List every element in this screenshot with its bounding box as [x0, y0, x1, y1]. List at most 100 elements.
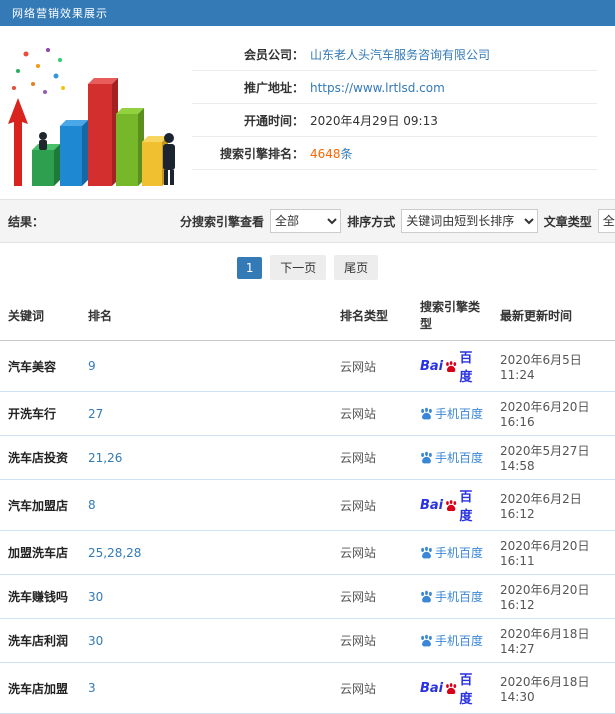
last-page-button[interactable]: 尾页 [334, 255, 379, 280]
info-value-suffix: 条 [340, 147, 353, 161]
keyword-table: 关键词 排名 排名类型 搜索引擎类型 最新更新时间 汽车美容 9 云网站 Bai 百度 2020年… [0, 290, 615, 714]
rank-cell: 30 [80, 574, 332, 619]
baidu-logo-text-du: 百度 [459, 490, 473, 524]
page-title: 网络营销效果展示 [12, 7, 108, 20]
updated-time-cell: 2020年6月20日 16:12 [492, 574, 615, 619]
updated-time-cell: 2020年6月20日 16:16 [492, 391, 615, 436]
rank-cell: 30 [80, 618, 332, 663]
engine-type-cell: Bai 百度 [412, 479, 492, 531]
keyword-cell: 开洗车行 [0, 391, 80, 436]
baidu-logo: Bai 百度 [420, 347, 484, 385]
rank-type-cell: 云网站 [332, 618, 412, 663]
table-row: 洗车赚钱吗 30 云网站 手机百度 2020年6月20日 16:12 [0, 574, 615, 619]
bar-chart-graphic-icon [8, 48, 175, 186]
page-header: 网络营销效果展示 [0, 0, 615, 26]
mobile-baidu-logo: 手机百度 [420, 449, 483, 466]
rank-cell: 3 [80, 662, 332, 714]
keyword-cell: 洗车店投资 [0, 435, 80, 480]
baidu-logo-text-bai: Bai [420, 358, 444, 374]
article-type-label: 文章类型 [543, 214, 592, 229]
info-row: 搜索引擎排名： 4648 条 [192, 137, 597, 170]
mobile-baidu-paw-icon [421, 590, 432, 602]
baidu-paw-icon [446, 360, 457, 372]
engine-type-cell: 手机百度 [412, 391, 492, 436]
mobile-baidu-logo: 手机百度 [420, 632, 483, 649]
engine-type-cell: 手机百度 [412, 530, 492, 575]
rank-type-cell: 云网站 [332, 574, 412, 619]
engine-filter-select[interactable]: 全部 [270, 209, 342, 233]
updated-time-cell: 2020年6月5日 11:24 [492, 340, 615, 392]
updated-time-cell: 2020年6月2日 16:12 [492, 479, 615, 531]
mobile-baidu-label: 手机百度 [435, 589, 484, 604]
page-number-current[interactable]: 1 [236, 256, 263, 279]
info-value: 4648 [310, 146, 341, 161]
sort-select[interactable]: 关键词由短到长排序 [401, 209, 538, 233]
page: 网络营销效果展示 会员公司： 山东老人头汽车服务咨询有限公司 推广地址： htt… [0, 0, 615, 714]
keyword-cell: 汽车加盟店 [0, 479, 80, 531]
table-row: 汽车加盟店 8 云网站 Bai 百度 2020年6月2日 16:12 [0, 479, 615, 531]
baidu-logo: Bai 百度 [420, 669, 484, 707]
engine-type-cell: 手机百度 [412, 435, 492, 480]
mobile-baidu-paw-icon [421, 634, 432, 646]
info-row: 推广地址： https://www.lrtlsd.com [192, 71, 597, 104]
engine-filter-label: 分搜索引擎查看 [180, 214, 265, 229]
mobile-baidu-logo: 手机百度 [420, 544, 483, 561]
column-header: 最新更新时间 [492, 290, 615, 341]
sort-label: 排序方式 [347, 214, 396, 229]
column-header: 搜索引擎类型 [412, 290, 492, 341]
info-value-link[interactable]: https://www.lrtlsd.com [310, 81, 445, 95]
table-header-row: 关键词 排名 排名类型 搜索引擎类型 最新更新时间 [0, 290, 615, 341]
baidu-logo-text-du: 百度 [459, 351, 473, 385]
info-label: 搜索引擎排名： [219, 147, 304, 161]
pagination: 1 下一页 尾页 [0, 243, 615, 288]
updated-time-cell: 2020年5月27日 14:58 [492, 435, 615, 480]
info-row: 开通时间： 2020年4月29日 09:13 [192, 104, 597, 137]
column-header: 排名类型 [332, 290, 412, 341]
updated-time-cell: 2020年6月20日 16:11 [492, 530, 615, 575]
engine-type-cell: Bai 百度 [412, 662, 492, 714]
info-label: 会员公司： [243, 48, 304, 62]
table-row: 加盟洗车店 25,28,28 云网站 手机百度 2020年6月20日 16:11 [0, 530, 615, 575]
baidu-paw-icon [446, 682, 457, 694]
rank-cell: 8 [80, 479, 332, 531]
mobile-baidu-label: 手机百度 [435, 633, 484, 648]
keyword-cell: 加盟洗车店 [0, 530, 80, 575]
mobile-baidu-logo: 手机百度 [420, 588, 483, 605]
info-row: 会员公司： 山东老人头汽车服务咨询有限公司 [192, 38, 597, 71]
keyword-cell: 汽车美容 [0, 340, 80, 392]
table-row: 汽车美容 9 云网站 Bai 百度 2020年6月5日 11:24 [0, 340, 615, 392]
rank-cell: 21,26 [80, 435, 332, 480]
table-row: 洗车店加盟 3 云网站 Bai 百度 2020年6月18日 14:30 [0, 662, 615, 714]
updated-time-cell: 2020年6月18日 14:30 [492, 662, 615, 714]
rank-type-cell: 云网站 [332, 479, 412, 531]
mobile-baidu-label: 手机百度 [435, 450, 484, 465]
next-page-button[interactable]: 下一页 [270, 255, 327, 280]
mobile-baidu-logo: 手机百度 [420, 405, 483, 422]
filter-controls: 分搜索引擎查看 全部 排序方式 关键词由短到长排序 文章类型 全部 提交 [180, 209, 615, 233]
rank-type-cell: 云网站 [332, 340, 412, 392]
baidu-logo: Bai 百度 [420, 486, 484, 524]
rank-type-cell: 云网站 [332, 391, 412, 436]
mobile-baidu-paw-icon [421, 546, 432, 558]
baidu-logo-text-bai: Bai [420, 680, 444, 696]
table-row: 洗车店投资 21,26 云网站 手机百度 2020年5月27日 14:58 [0, 435, 615, 480]
mobile-baidu-label: 手机百度 [435, 545, 484, 560]
keyword-table-body: 汽车美容 9 云网站 Bai 百度 2020年6月5日 11:24 开洗车行 27 云网站 手机百… [0, 340, 615, 714]
article-type-select[interactable]: 全部 [597, 209, 615, 233]
rank-cell: 9 [80, 340, 332, 392]
column-header: 关键词 [0, 290, 80, 341]
rank-cell: 27 [80, 391, 332, 436]
growth-chart-illustration [6, 34, 182, 193]
engine-type-cell: Bai 百度 [412, 340, 492, 392]
baidu-paw-icon [446, 499, 457, 511]
info-section: 会员公司： 山东老人头汽车服务咨询有限公司推广地址： https://www.lrt… [0, 26, 615, 199]
baidu-logo-text-du: 百度 [459, 673, 473, 707]
result-label: 结果： [8, 214, 45, 229]
engine-type-cell: 手机百度 [412, 574, 492, 619]
mobile-baidu-label: 手机百度 [435, 406, 484, 421]
engine-type-cell: 手机百度 [412, 618, 492, 663]
keyword-cell: 洗车赚钱吗 [0, 574, 80, 619]
column-header: 排名 [80, 290, 332, 341]
info-value-link[interactable]: 山东老人头汽车服务咨询有限公司 [310, 46, 490, 63]
info-label: 开通时间： [243, 114, 304, 128]
